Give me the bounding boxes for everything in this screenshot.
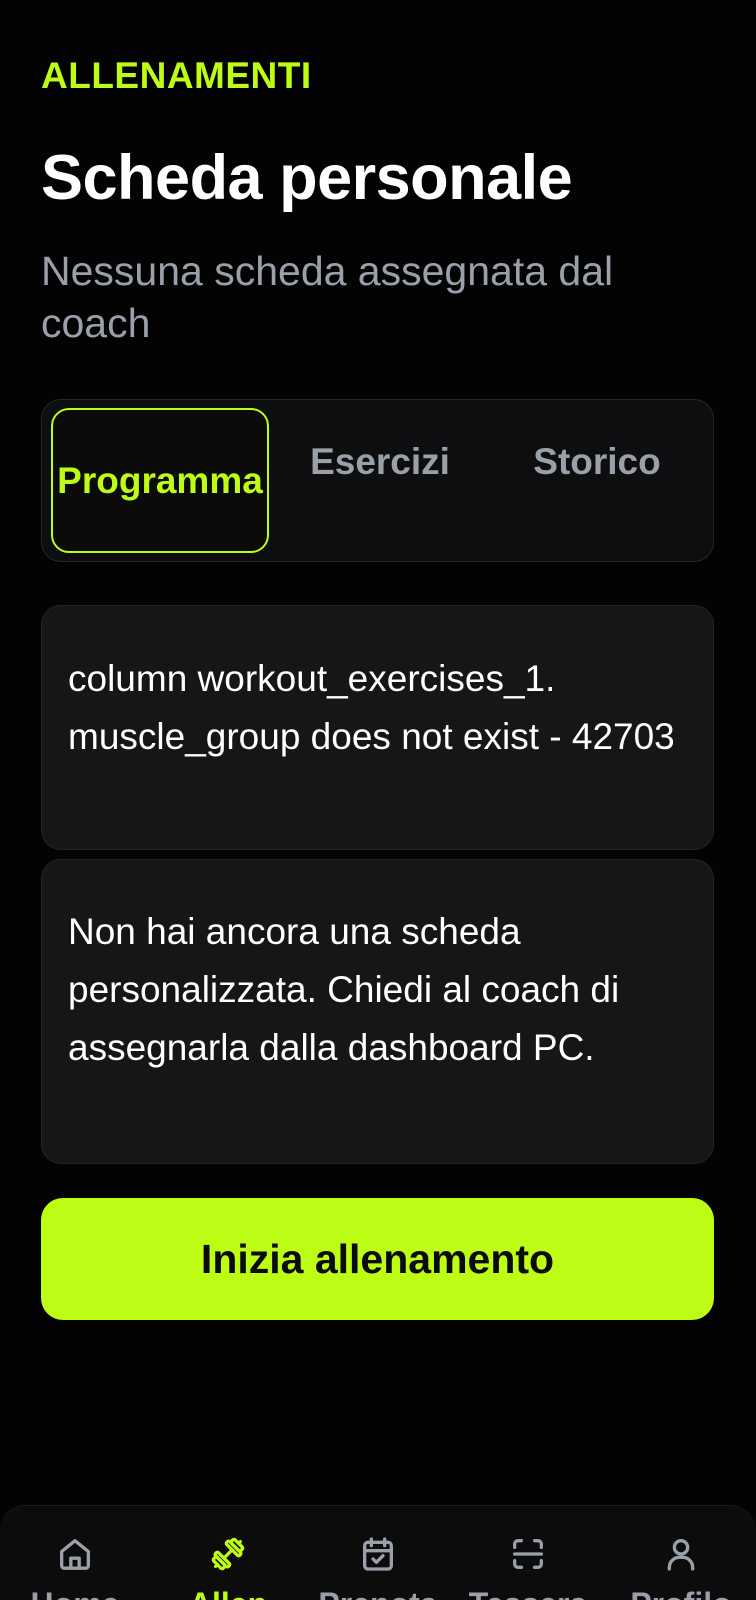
nav-item-home[interactable]: Home	[5, 1506, 145, 1600]
nav-item-profilo[interactable]: Profilo	[611, 1506, 751, 1600]
nav-label-profilo: Profilo	[611, 1586, 751, 1600]
page-title: Scheda personale	[41, 143, 573, 213]
calendar-check-icon	[358, 1534, 398, 1574]
nav-label-home: Home	[5, 1586, 145, 1600]
nav-item-prenota[interactable]: Prenota	[308, 1506, 448, 1600]
user-icon	[661, 1534, 701, 1574]
nav-item-allenamenti[interactable]: Allen	[158, 1506, 298, 1600]
section-label: ALLENAMENTI	[41, 55, 312, 96]
nav-label-tessera: Tessera	[458, 1586, 598, 1600]
info-message: Non hai ancora una scheda personalizzata…	[68, 911, 620, 1068]
page-subtitle: Nessuna scheda assegnata dal coach	[41, 248, 614, 346]
error-card: column workout_exercises_1. muscle_group…	[41, 605, 714, 850]
dumbbell-icon	[208, 1534, 248, 1574]
info-card: Non hai ancora una scheda personalizzata…	[41, 859, 714, 1164]
error-message: column workout_exercises_1. muscle_group…	[68, 658, 675, 757]
tab-storico[interactable]: Storico	[492, 408, 702, 553]
start-workout-button[interactable]: Inizia allenamento	[41, 1198, 714, 1320]
bottom-nav: Home Allen Prenota	[0, 1505, 756, 1600]
home-icon	[55, 1534, 95, 1574]
tab-esercizi[interactable]: Esercizi	[277, 408, 483, 553]
nav-label-allenamenti: Allen	[158, 1586, 298, 1600]
scan-icon	[508, 1534, 548, 1574]
tab-bar: Programma Esercizi Storico	[41, 399, 714, 562]
nav-item-tessera[interactable]: Tessera	[458, 1506, 598, 1600]
nav-label-prenota: Prenota	[308, 1586, 448, 1600]
tab-programma[interactable]: Programma	[51, 408, 269, 553]
